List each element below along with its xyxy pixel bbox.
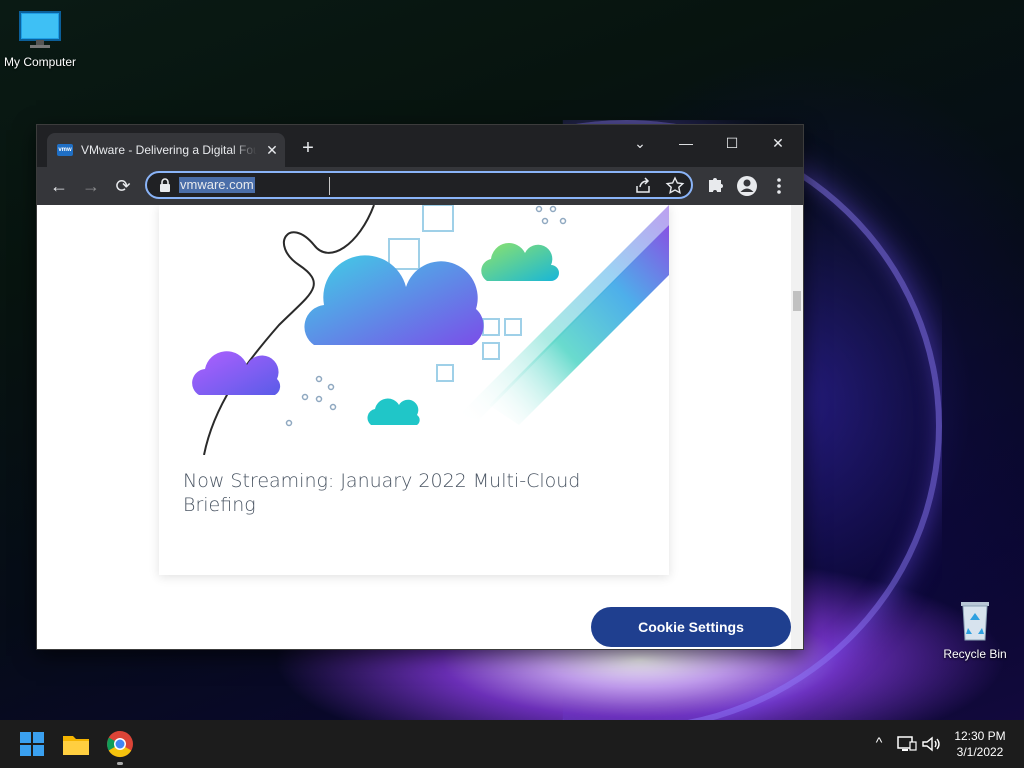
chrome-icon[interactable] [104,728,136,760]
tab-title: VMware - Delivering a Digital Foundation [81,143,257,157]
menu-icon[interactable] [767,174,791,198]
desktop-icon-label: Recycle Bin [943,647,1007,661]
taskbar: ^ 12:30 PM 3/1/2022 [0,720,1024,768]
extensions-icon[interactable] [703,174,727,198]
file-explorer-icon[interactable] [60,728,92,760]
close-window-button[interactable]: ✕ [763,131,793,155]
profile-icon[interactable] [735,174,759,198]
clock-time: 12:30 PM [954,729,1006,743]
running-indicator [117,762,123,765]
tab-search-button[interactable]: ⌄ [625,131,655,155]
card-title[interactable]: Now Streaming: January 2022 Multi-Cloud … [183,469,623,517]
text-cursor [329,177,330,195]
desktop-icon-label: My Computer [3,55,77,69]
multi-cloud-illustration [192,205,669,456]
page-scrollbar[interactable] [791,205,803,649]
clock-date: 3/1/2022 [956,745,1004,759]
new-tab-button[interactable]: + [297,137,319,159]
network-icon[interactable] [896,734,918,754]
lock-icon[interactable] [159,178,171,192]
tray-overflow-icon[interactable]: ^ [868,734,890,750]
browser-window: vmw VMware - Delivering a Digital Founda… [36,124,804,650]
browser-toolbar: ← → ⟳ vmware.com [37,167,803,205]
url-text[interactable]: vmware.com [179,177,255,193]
desktop-icon-recycle-bin[interactable]: Recycle Bin [935,598,1015,661]
share-icon[interactable] [633,176,653,196]
forward-button[interactable]: → [79,174,103,198]
tab-close-icon[interactable]: ✕ [263,142,281,159]
star-icon[interactable] [665,176,685,196]
scrollbar-thumb[interactable] [793,291,801,311]
back-button[interactable]: ← [47,174,71,198]
article-card[interactable]: Now Streaming: January 2022 Multi-Cloud … [159,205,669,575]
recycle-bin-icon [961,602,989,641]
browser-tab[interactable]: vmw VMware - Delivering a Digital Founda… [47,133,285,167]
start-icon[interactable] [16,728,48,760]
desktop-icon-my-computer[interactable]: My Computer [0,10,80,69]
tab-strip: vmw VMware - Delivering a Digital Founda… [37,125,803,167]
cookie-settings-button[interactable]: Cookie Settings [591,607,791,647]
page-content: Now Streaming: January 2022 Multi-Cloud … [37,205,803,649]
system-clock[interactable]: 12:30 PM 3/1/2022 [944,728,1016,760]
vmware-favicon-icon: vmw [57,144,73,156]
address-bar[interactable]: vmware.com [145,171,693,199]
minimize-button[interactable]: — [671,131,701,155]
monitor-icon [19,11,61,48]
volume-icon[interactable] [920,734,942,754]
reload-button[interactable]: ⟳ [111,174,135,198]
maximize-button[interactable]: ☐ [717,131,747,155]
